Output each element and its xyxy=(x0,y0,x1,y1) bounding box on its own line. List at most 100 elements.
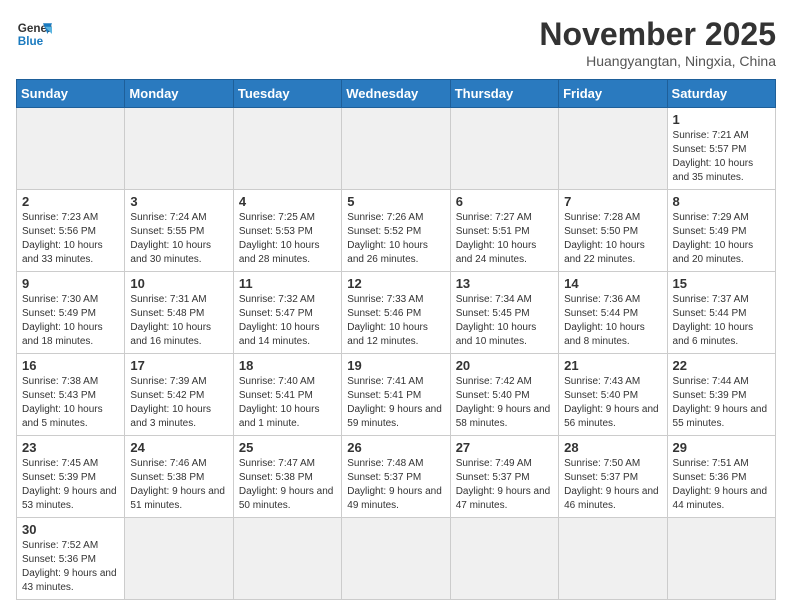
calendar-week-row: 1 Sunrise: 7:21 AM Sunset: 5:57 PM Daylig… xyxy=(17,108,776,190)
calendar-header-row: Sunday Monday Tuesday Wednesday Thursday… xyxy=(17,80,776,108)
table-row xyxy=(233,108,341,190)
calendar-week-row: 30Sunrise: 7:52 AM Sunset: 5:36 PM Dayli… xyxy=(17,518,776,600)
table-row: 15Sunrise: 7:37 AM Sunset: 5:44 PM Dayli… xyxy=(667,272,775,354)
day-number: 1 xyxy=(673,112,770,127)
day-number: 29 xyxy=(673,440,770,455)
location-title: Huangyangtan, Ningxia, China xyxy=(539,53,776,69)
table-row: 5 Sunrise: 7:26 AM Sunset: 5:52 PM Daylig… xyxy=(342,190,450,272)
day-info: Sunrise: 7:43 AM Sunset: 5:40 PM Dayligh… xyxy=(564,375,661,431)
day-number: 26 xyxy=(347,440,444,455)
table-row xyxy=(17,108,125,190)
day-info: Sunrise: 7:49 AM Sunset: 5:37 PM Dayligh… xyxy=(456,457,553,513)
header: General Blue November 2025 Huangyangtan,… xyxy=(16,16,776,69)
day-number: 11 xyxy=(239,276,336,291)
day-info: Sunrise: 7:48 AM Sunset: 5:37 PM Dayligh… xyxy=(347,457,444,513)
day-number: 6 xyxy=(456,194,553,209)
day-info: Sunrise: 7:41 AM Sunset: 5:41 PM Dayligh… xyxy=(347,375,444,431)
day-info: Sunrise: 7:45 AM Sunset: 5:39 PM Dayligh… xyxy=(22,457,119,513)
day-info: Sunrise: 7:46 AM Sunset: 5:38 PM Dayligh… xyxy=(130,457,227,513)
day-info: Sunrise: 7:28 AM Sunset: 5:50 PM Dayligh… xyxy=(564,211,661,267)
table-row xyxy=(342,108,450,190)
table-row: 12Sunrise: 7:33 AM Sunset: 5:46 PM Dayli… xyxy=(342,272,450,354)
calendar: Sunday Monday Tuesday Wednesday Thursday… xyxy=(16,79,776,600)
day-number: 21 xyxy=(564,358,661,373)
day-number: 14 xyxy=(564,276,661,291)
day-number: 19 xyxy=(347,358,444,373)
col-thursday: Thursday xyxy=(450,80,558,108)
table-row xyxy=(559,518,667,600)
table-row: 30Sunrise: 7:52 AM Sunset: 5:36 PM Dayli… xyxy=(17,518,125,600)
col-saturday: Saturday xyxy=(667,80,775,108)
day-info: Sunrise: 7:40 AM Sunset: 5:41 PM Dayligh… xyxy=(239,375,336,431)
table-row: 8 Sunrise: 7:29 AM Sunset: 5:49 PM Daylig… xyxy=(667,190,775,272)
day-info: Sunrise: 7:38 AM Sunset: 5:43 PM Dayligh… xyxy=(22,375,119,431)
day-info: Sunrise: 7:26 AM Sunset: 5:52 PM Dayligh… xyxy=(347,211,444,267)
table-row: 6 Sunrise: 7:27 AM Sunset: 5:51 PM Daylig… xyxy=(450,190,558,272)
logo: General Blue xyxy=(16,16,52,52)
table-row xyxy=(342,518,450,600)
table-row: 17Sunrise: 7:39 AM Sunset: 5:42 PM Dayli… xyxy=(125,354,233,436)
day-number: 15 xyxy=(673,276,770,291)
day-info: Sunrise: 7:42 AM Sunset: 5:40 PM Dayligh… xyxy=(456,375,553,431)
col-monday: Monday xyxy=(125,80,233,108)
table-row xyxy=(125,108,233,190)
calendar-week-row: 23 Sunrise: 7:45 AM Sunset: 5:39 PM Dayli… xyxy=(17,436,776,518)
svg-text:Blue: Blue xyxy=(18,35,44,48)
table-row: 11 Sunrise: 7:32 AM Sunset: 5:47 PM Dayli… xyxy=(233,272,341,354)
day-info: Sunrise: 7:27 AM Sunset: 5:51 PM Dayligh… xyxy=(456,211,553,267)
day-number: 8 xyxy=(673,194,770,209)
day-number: 24 xyxy=(130,440,227,455)
table-row: 14 Sunrise: 7:36 AM Sunset: 5:44 PM Dayli… xyxy=(559,272,667,354)
day-number: 23 xyxy=(22,440,119,455)
table-row: 1 Sunrise: 7:21 AM Sunset: 5:57 PM Daylig… xyxy=(667,108,775,190)
table-row: 23 Sunrise: 7:45 AM Sunset: 5:39 PM Dayli… xyxy=(17,436,125,518)
logo-icon: General Blue xyxy=(16,16,52,52)
day-number: 5 xyxy=(347,194,444,209)
table-row: 9Sunrise: 7:30 AM Sunset: 5:49 PM Daylig… xyxy=(17,272,125,354)
day-info: Sunrise: 7:50 AM Sunset: 5:37 PM Dayligh… xyxy=(564,457,661,513)
table-row xyxy=(233,518,341,600)
table-row xyxy=(667,518,775,600)
day-number: 2 xyxy=(22,194,119,209)
day-info: Sunrise: 7:29 AM Sunset: 5:49 PM Dayligh… xyxy=(673,211,770,267)
day-info: Sunrise: 7:36 AM Sunset: 5:44 PM Dayligh… xyxy=(564,293,661,349)
table-row: 24 Sunrise: 7:46 AM Sunset: 5:38 PM Dayli… xyxy=(125,436,233,518)
table-row: 20 Sunrise: 7:42 AM Sunset: 5:40 PM Dayli… xyxy=(450,354,558,436)
day-number: 20 xyxy=(456,358,553,373)
table-row: 27 Sunrise: 7:49 AM Sunset: 5:37 PM Dayli… xyxy=(450,436,558,518)
day-number: 28 xyxy=(564,440,661,455)
table-row: 10Sunrise: 7:31 AM Sunset: 5:48 PM Dayli… xyxy=(125,272,233,354)
title-block: November 2025 Huangyangtan, Ningxia, Chi… xyxy=(539,16,776,69)
calendar-week-row: 16Sunrise: 7:38 AM Sunset: 5:43 PM Dayli… xyxy=(17,354,776,436)
day-info: Sunrise: 7:21 AM Sunset: 5:57 PM Dayligh… xyxy=(673,129,770,185)
day-info: Sunrise: 7:32 AM Sunset: 5:47 PM Dayligh… xyxy=(239,293,336,349)
month-title: November 2025 xyxy=(539,16,776,53)
table-row: 13Sunrise: 7:34 AM Sunset: 5:45 PM Dayli… xyxy=(450,272,558,354)
day-info: Sunrise: 7:51 AM Sunset: 5:36 PM Dayligh… xyxy=(673,457,770,513)
page: General Blue November 2025 Huangyangtan,… xyxy=(0,0,792,616)
col-wednesday: Wednesday xyxy=(342,80,450,108)
table-row: 28 Sunrise: 7:50 AM Sunset: 5:37 PM Dayli… xyxy=(559,436,667,518)
col-sunday: Sunday xyxy=(17,80,125,108)
table-row: 2Sunrise: 7:23 AM Sunset: 5:56 PM Daylig… xyxy=(17,190,125,272)
table-row: 3Sunrise: 7:24 AM Sunset: 5:55 PM Daylig… xyxy=(125,190,233,272)
table-row: 21 Sunrise: 7:43 AM Sunset: 5:40 PM Dayli… xyxy=(559,354,667,436)
day-info: Sunrise: 7:31 AM Sunset: 5:48 PM Dayligh… xyxy=(130,293,227,349)
table-row: 29 Sunrise: 7:51 AM Sunset: 5:36 PM Dayli… xyxy=(667,436,775,518)
day-info: Sunrise: 7:52 AM Sunset: 5:36 PM Dayligh… xyxy=(22,539,119,595)
calendar-week-row: 9Sunrise: 7:30 AM Sunset: 5:49 PM Daylig… xyxy=(17,272,776,354)
table-row xyxy=(559,108,667,190)
table-row: 19 Sunrise: 7:41 AM Sunset: 5:41 PM Dayli… xyxy=(342,354,450,436)
table-row: 26 Sunrise: 7:48 AM Sunset: 5:37 PM Dayli… xyxy=(342,436,450,518)
table-row: 25Sunrise: 7:47 AM Sunset: 5:38 PM Dayli… xyxy=(233,436,341,518)
day-info: Sunrise: 7:30 AM Sunset: 5:49 PM Dayligh… xyxy=(22,293,119,349)
table-row xyxy=(450,108,558,190)
table-row: 18Sunrise: 7:40 AM Sunset: 5:41 PM Dayli… xyxy=(233,354,341,436)
day-info: Sunrise: 7:24 AM Sunset: 5:55 PM Dayligh… xyxy=(130,211,227,267)
day-number: 4 xyxy=(239,194,336,209)
day-info: Sunrise: 7:44 AM Sunset: 5:39 PM Dayligh… xyxy=(673,375,770,431)
day-info: Sunrise: 7:34 AM Sunset: 5:45 PM Dayligh… xyxy=(456,293,553,349)
day-number: 12 xyxy=(347,276,444,291)
day-number: 27 xyxy=(456,440,553,455)
day-info: Sunrise: 7:47 AM Sunset: 5:38 PM Dayligh… xyxy=(239,457,336,513)
